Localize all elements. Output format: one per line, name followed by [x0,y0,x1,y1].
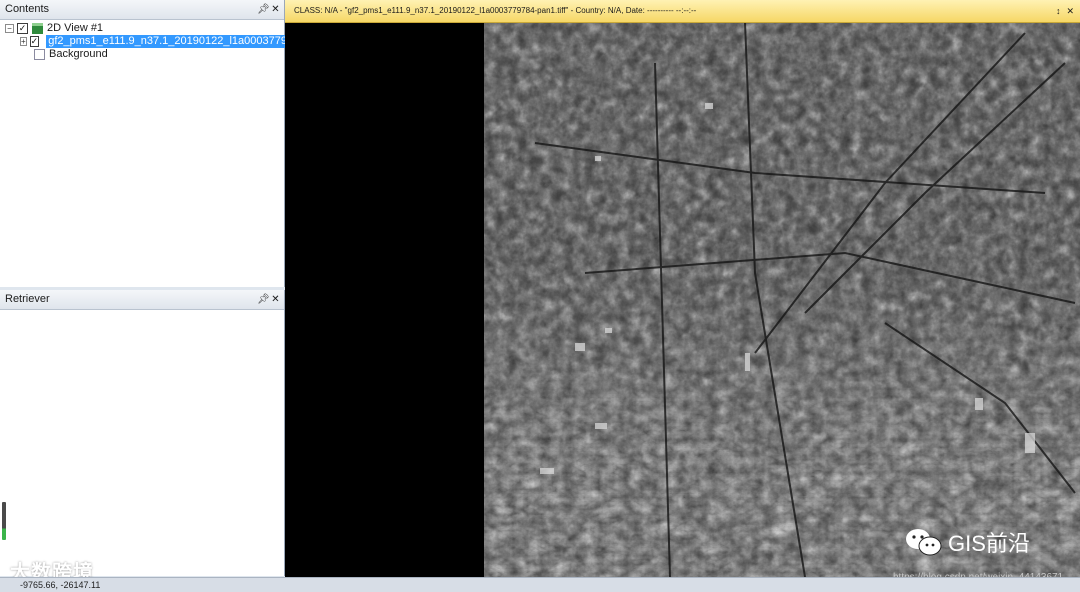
tree-row-view[interactable]: − ✓ 2D View #1 [0,22,284,35]
retriever-panel-header: Retriever 📌︎ ✕ [0,290,284,310]
collapse-icon[interactable]: − [5,24,14,33]
zoom-slider-handle[interactable] [2,502,6,540]
close-icon[interactable]: ✕ [271,0,280,19]
status-bar: -9765.66, -26147.11 [0,577,1080,592]
map-canvas[interactable] [285,23,1080,577]
layer-checkbox[interactable]: ✓ [29,36,40,47]
retriever-panel-title: Retriever [5,293,50,305]
watermark-right-text: GIS前沿 [948,531,1030,556]
view-title-bar: CLASS: N/A - "gf2_pms1_e111.9_n37.1_2019… [285,0,1080,23]
contents-panel-header: Contents 📌︎ ✕ [0,0,284,20]
view-checkbox[interactable]: ✓ [17,23,28,34]
view-title: CLASS: N/A - "gf2_pms1_e111.9_n37.1_2019… [294,6,697,15]
background-label: Background [49,48,108,60]
retriever-panel: Retriever 📌︎ ✕ [0,290,285,576]
map-view-window: CLASS: N/A - "gf2_pms1_e111.9_n37.1_2019… [285,0,1080,577]
pin-icon[interactable]: ↕ [1056,0,1061,22]
wechat-icon [906,529,942,556]
view-icon [32,23,43,34]
background-checkbox[interactable] [34,49,45,60]
close-icon[interactable]: ✕ [1066,0,1074,22]
close-icon[interactable]: ✕ [271,290,280,309]
tree-row-layer[interactable]: + ✓ gf2_pms1_e111.9_n37.1_20190122_l1a00… [0,35,350,48]
satellite-image [285,23,1080,577]
watermark-right: GIS前沿 [904,526,1030,558]
contents-panel-title: Contents [5,3,50,15]
pin-icon[interactable]: 📌︎ [257,0,270,19]
layer-tree: − ✓ 2D View #1 + ✓ gf2_pms1_e111.9_n37.1… [0,20,350,61]
expand-icon[interactable]: + [20,37,27,46]
contents-panel: Contents 📌︎ ✕ − ✓ 2D View #1 + ✓ gf2_pms… [0,0,350,287]
view-label: 2D View #1 [47,22,104,34]
pin-icon[interactable]: 📌︎ [257,290,270,309]
imagery-footprint [484,23,1080,577]
cursor-coordinates: -9765.66, -26147.11 [20,580,101,590]
tree-row-background[interactable]: Background [0,48,284,61]
